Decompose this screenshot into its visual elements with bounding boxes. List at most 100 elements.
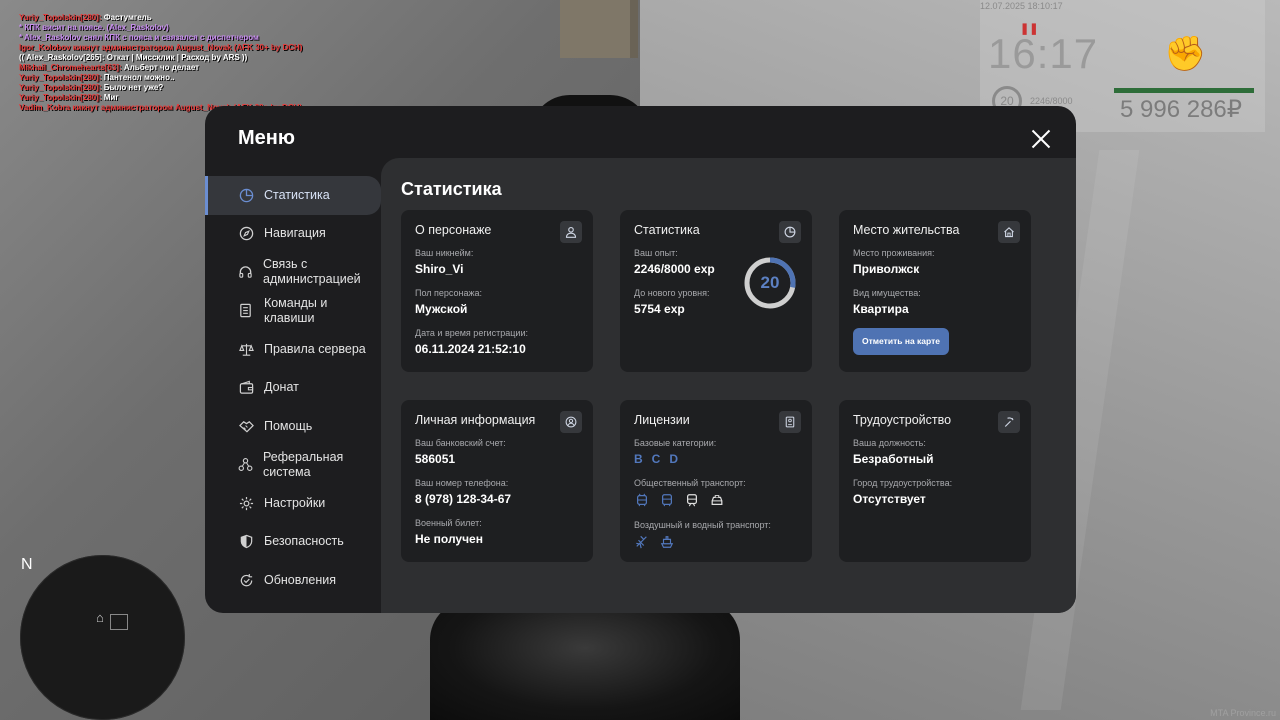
job-city-value: Отсутствует	[853, 492, 926, 506]
sidebar-item-admin-contact[interactable]: Связь с администрацией	[205, 253, 381, 292]
sidebar-item-statistics[interactable]: Статистика	[205, 176, 381, 215]
sidebar-item-label: Команды и клавиши	[263, 295, 328, 325]
field-label: Ваш банковский счет:	[415, 438, 506, 448]
field-label: Вид имущества:	[853, 288, 921, 298]
user-circle-icon	[560, 411, 582, 433]
menu-modal: Меню Статистика Навигация Связь с админи…	[205, 106, 1076, 613]
gender-value: Мужской	[415, 302, 468, 316]
card-title: Лицензии	[634, 413, 690, 427]
fist-icon: ✊	[1164, 35, 1207, 73]
sidebar-item-security[interactable]: Безопасность	[205, 523, 381, 562]
sidebar-item-label: Реферальная система	[263, 449, 344, 479]
licenses-card: Лицензии Базовые категории: B C D Общест…	[620, 400, 812, 562]
bus-icon	[659, 492, 675, 508]
stats-card: Статистика Ваш опыт: 2246/8000 exp До но…	[620, 210, 812, 372]
chat-line: Mikhail_Chromehearts[63]: Альберт чо дел…	[19, 63, 200, 72]
sidebar-item-settings[interactable]: Настройки	[205, 484, 381, 523]
chat-log: Yuriy_Topolskin[280]: Фастумгель * КПК в…	[19, 13, 439, 113]
shield-icon	[238, 534, 254, 550]
sidebar-item-rules[interactable]: Правила сервера	[205, 330, 381, 369]
field-label: Место проживания:	[853, 248, 935, 258]
sidebar-item-label: Настройки	[264, 495, 326, 510]
job-card: Трудоустройство Ваша должность: Безработ…	[839, 400, 1031, 562]
boat-icon	[659, 534, 675, 550]
health-bar	[1114, 88, 1254, 93]
card-title: Трудоустройство	[853, 413, 952, 427]
taxi-icon	[709, 492, 725, 508]
nickname-value: Shiro_Vi	[415, 262, 464, 276]
airplane-icon	[634, 534, 650, 550]
hud-date: 12.07.2025 18:10:17	[980, 1, 1063, 11]
sidebar-item-updates[interactable]: Обновления	[205, 561, 381, 600]
close-button[interactable]	[1028, 126, 1054, 152]
category-d: D	[669, 452, 679, 466]
pie-chart-icon	[779, 221, 801, 243]
personal-card: Личная информация Ваш банковский счет: 5…	[401, 400, 593, 562]
chat-line: Yuriy_Topolskin[280]: Фастумгель	[19, 13, 152, 22]
house-icon: ⌂	[96, 610, 104, 625]
menu-sidebar: Статистика Навигация Связь с администрац…	[205, 176, 381, 600]
gear-icon	[238, 495, 254, 511]
update-icon	[238, 572, 254, 588]
residence-card: Место жительства Место проживания: Приво…	[839, 210, 1031, 372]
military-id-value: Не получен	[415, 532, 483, 546]
field-label: Базовые категории:	[634, 438, 717, 448]
sidebar-item-label: Безопасность	[264, 534, 344, 549]
chat-line: * Alex_Raskolov снял КПК с пояса и связа…	[19, 33, 259, 42]
trolleybus-icon	[634, 492, 650, 508]
field-label: Ваш номер телефона:	[415, 478, 509, 488]
category-c: C	[651, 452, 661, 466]
north-icon: N	[20, 555, 185, 720]
bank-account-value: 586051	[415, 452, 456, 466]
content-title: Статистика	[401, 179, 502, 199]
field-label: Ваш никнейм:	[415, 248, 474, 258]
content-panel: Статистика О персонаже Ваш никнейм: Shir…	[381, 158, 1076, 613]
level-value: 20	[760, 273, 780, 292]
sidebar-item-label: Правила сервера	[264, 341, 366, 356]
license-categories: B C D	[634, 452, 798, 466]
field-label: Ваша должность:	[853, 438, 926, 448]
compass-icon	[238, 226, 254, 242]
field-label: Дата и время регистрации:	[415, 328, 528, 338]
card-title: Место жительства	[853, 223, 960, 237]
sidebar-item-navigation[interactable]: Навигация	[205, 215, 381, 254]
menu-title: Меню	[238, 127, 295, 149]
sidebar-item-label: Статистика	[264, 187, 330, 202]
place-value: Приволжск	[853, 262, 920, 276]
card-title: О персонаже	[415, 223, 492, 237]
field-label: Военный билет:	[415, 518, 482, 528]
wallet-icon	[238, 380, 254, 396]
chat-line: Yuriy_Topolskin[280]: Пантенол можно..	[19, 73, 175, 82]
character-body	[430, 600, 740, 720]
chat-line: Yuriy_Topolskin[280]: Миг	[19, 93, 119, 102]
sidebar-item-donate[interactable]: Донат	[205, 369, 381, 408]
pie-chart-icon	[238, 187, 254, 203]
sidebar-item-label: Навигация	[264, 226, 326, 241]
hud-money: 5 996 286₽	[1120, 96, 1243, 123]
sidebar-item-label: Обновления	[264, 572, 336, 587]
character-card: О персонаже Ваш никнейм: Shiro_Vi Пол пе…	[401, 210, 593, 372]
handshake-icon	[238, 418, 254, 434]
hud-time: 16:17	[988, 30, 1099, 77]
field-label: Воздушный и водный транспорт:	[634, 520, 771, 530]
hud-exp: 2246/8000	[1030, 96, 1073, 106]
house-icon	[998, 221, 1020, 243]
player-marker-icon	[110, 614, 128, 630]
registration-value: 06.11.2024 21:52:10	[415, 342, 526, 356]
sidebar-item-referral[interactable]: Реферальная система	[205, 446, 381, 485]
chat-line: * КПК висит на поясе. (Alex_Raskolov)	[19, 23, 169, 32]
field-label: Общественный транспорт:	[634, 478, 746, 488]
phone-value: 8 (978) 128-34-67	[415, 492, 512, 506]
mark-on-map-button[interactable]: Отметить на карте	[853, 328, 949, 355]
sidebar-item-help[interactable]: Помощь	[205, 407, 381, 446]
air-water-licenses	[634, 534, 798, 550]
sidebar-item-label: Связь с администрацией	[263, 257, 361, 287]
sidebar-item-commands[interactable]: Команды и клавиши	[205, 292, 381, 331]
position-value: Безработный	[853, 452, 934, 466]
train-icon	[684, 492, 700, 508]
watermark: MTA Province.ru	[1210, 708, 1276, 718]
crate	[560, 0, 638, 58]
user-icon	[560, 221, 582, 243]
category-b: B	[634, 452, 643, 466]
chat-line: Igor_Kolobov кикнут администратором Augu…	[19, 43, 303, 52]
